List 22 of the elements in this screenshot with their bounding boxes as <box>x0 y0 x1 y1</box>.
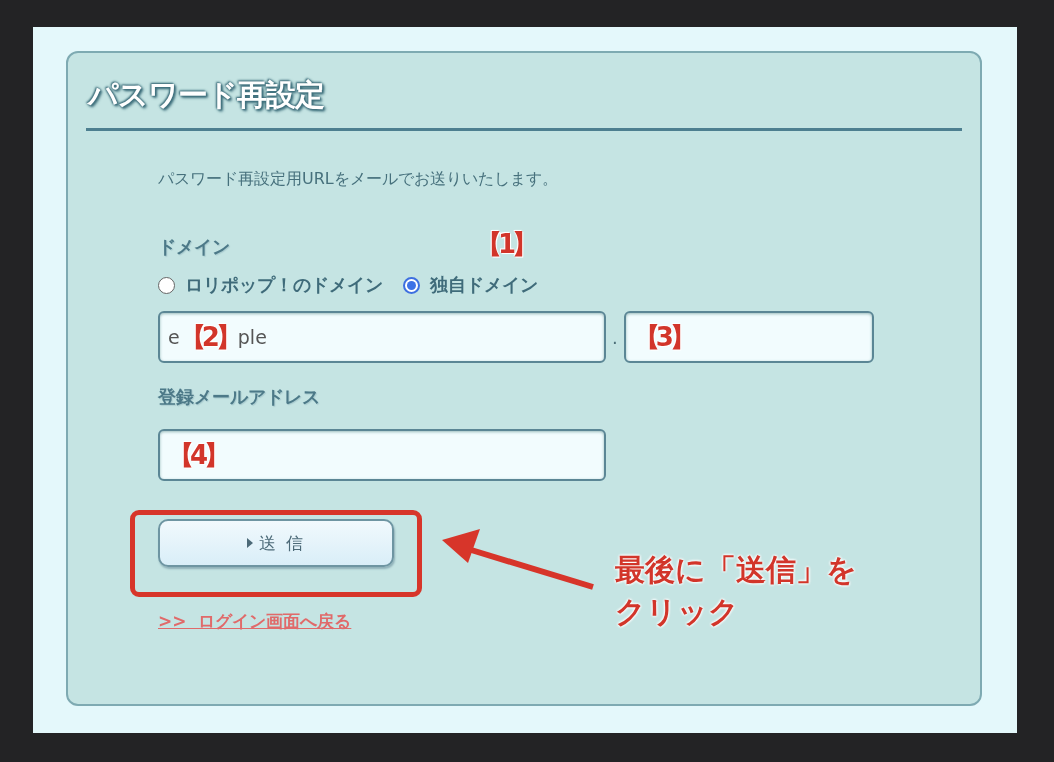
back-link[interactable]: >> ログイン画面へ戻る <box>158 610 352 633</box>
step-marker: 【1】 <box>476 229 535 259</box>
callout-text: 最後に「送信」を クリック <box>615 551 857 631</box>
step-marker: 【3】 <box>633 320 692 354</box>
domain-input-field[interactable]: 【3】 <box>623 311 874 363</box>
step-marker: 【4】 <box>168 438 227 472</box>
description-text: パスワード再設定用URLをメールでお送りいたします。 <box>158 169 558 190</box>
radio-option[interactable]: 独自ドメイン <box>403 273 538 297</box>
page-title: パスワード再設定 <box>86 76 325 114</box>
domain-label: ドメイン <box>158 235 230 259</box>
email-label: 登録メールアドレス <box>158 385 320 409</box>
field-value: ple <box>237 326 267 348</box>
radio-icon[interactable] <box>403 276 420 294</box>
field-value: e <box>168 326 180 348</box>
domain-input-field[interactable]: e【2】ple <box>158 311 606 363</box>
triangle-icon <box>247 538 254 548</box>
separator-text: . <box>612 326 618 348</box>
email-input-field[interactable]: 【4】 <box>158 429 606 481</box>
radio-icon[interactable] <box>158 276 175 294</box>
step-marker: 【2】 <box>179 320 238 354</box>
submit-button[interactable]: 送 信 <box>158 519 394 567</box>
radio-option[interactable]: ロリポップ！のドメイン <box>158 273 383 297</box>
